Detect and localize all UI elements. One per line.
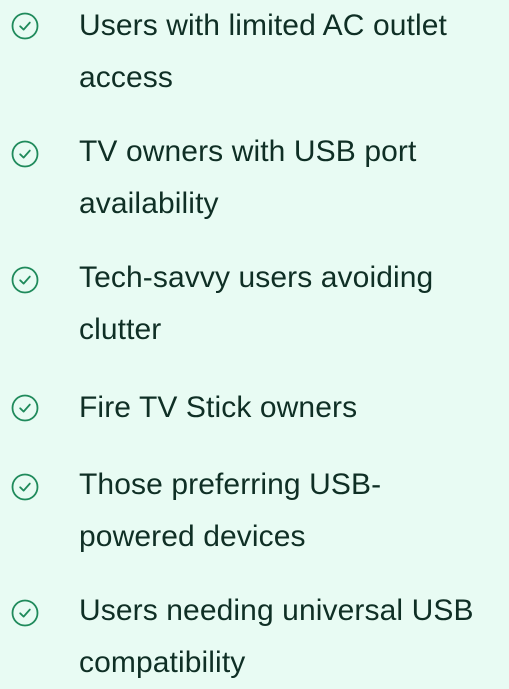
list-item-line: compatibility — [79, 646, 246, 679]
list-item-label: Those preferring USB- powered devices — [79, 459, 509, 563]
check-circle-icon — [10, 598, 40, 628]
list-item-label: TV owners with USB port availability — [79, 126, 509, 230]
list-item-line: access — [79, 61, 173, 94]
list-item-line: TV owners with USB port — [79, 135, 417, 168]
list-item-line: Users needing universal USB — [79, 594, 474, 627]
check-circle-icon — [10, 393, 40, 423]
list-item-line: powered devices — [79, 520, 306, 553]
check-circle-icon — [10, 472, 40, 502]
check-circle-icon — [10, 139, 40, 169]
list-item-label: Users needing universal USB compatibilit… — [79, 585, 509, 689]
list-item-line: Fire TV Stick owners — [79, 391, 358, 424]
check-circle-icon — [10, 11, 40, 41]
check-circle-icon — [10, 265, 40, 295]
list-item-line: availability — [79, 187, 219, 220]
list-item-line: Users with limited AC outlet — [79, 9, 447, 42]
list-item-line: Those preferring USB- — [79, 468, 382, 501]
list-item-line: clutter — [79, 313, 162, 346]
list-item-label: Tech-savvy users avoiding clutter — [79, 252, 509, 356]
list-item-label: Users with limited AC outlet access — [79, 0, 509, 104]
list-item-label: Fire TV Stick owners — [79, 382, 509, 434]
list-item-line: Tech-savvy users avoiding — [79, 261, 434, 294]
